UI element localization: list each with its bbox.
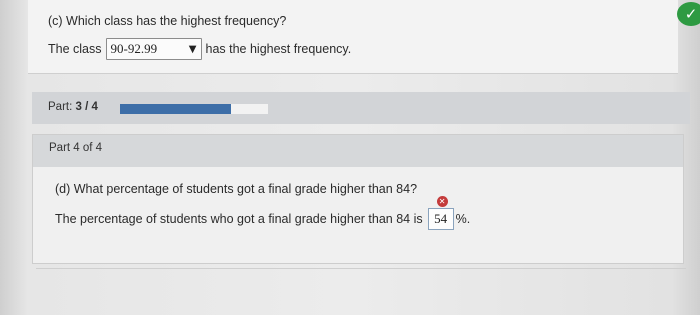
- caret-down-icon: ▼: [188, 43, 197, 55]
- percentage-input-value: 54: [434, 211, 448, 226]
- part-d-answer-line: The percentage of students who got a fin…: [55, 196, 471, 230]
- part-label-value: 3 / 4: [75, 101, 98, 113]
- part-c-prefix: The class: [48, 42, 102, 56]
- part-progress-label: Part: 3 / 4: [48, 101, 98, 113]
- class-select-dropdown[interactable]: 90-92.99 ▼: [105, 38, 202, 60]
- part-c-question: (c) Which class has the highest frequenc…: [48, 14, 287, 28]
- part-progress-bar: Part: 3 / 4: [32, 92, 690, 124]
- part-c-suffix: has the highest frequency.: [205, 42, 352, 56]
- part-d-answer-prefix: The percentage of students who got a fin…: [55, 212, 423, 226]
- class-select-value: 90-92.99: [110, 41, 158, 56]
- percentage-input[interactable]: ✕ 54: [427, 196, 454, 230]
- part-label-prefix: Part:: [48, 101, 73, 113]
- divider: [36, 268, 686, 269]
- part-c-answer-line: The class 90-92.99 ▼ has the highest fre…: [48, 38, 351, 60]
- check-icon: ✓: [677, 2, 700, 26]
- part-d-title: Part 4 of 4: [49, 142, 103, 154]
- error-x-icon: ✕: [436, 196, 448, 207]
- page-background: (c) Which class has the highest frequenc…: [0, 0, 700, 315]
- progress-fill: [120, 104, 231, 114]
- part-d-header: Part 4 of 4: [33, 135, 683, 167]
- progress-track: [120, 104, 268, 114]
- part-d-answer-suffix: %.: [455, 212, 471, 226]
- part-d-card: Part 4 of 4 (d) What percentage of stude…: [32, 134, 684, 264]
- part-c-card: (c) Which class has the highest frequenc…: [28, 0, 700, 74]
- part-d-question: (d) What percentage of students got a fi…: [55, 182, 418, 196]
